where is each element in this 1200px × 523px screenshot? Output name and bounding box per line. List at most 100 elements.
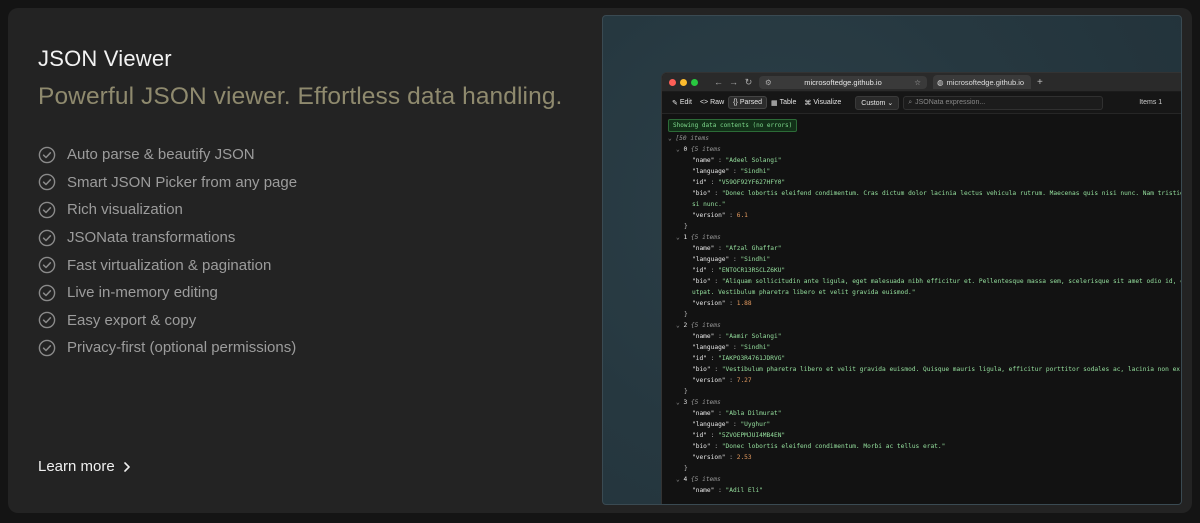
tree-field: "language" : "Sindhi" [662,166,1181,177]
key-bio: "bio" [692,366,711,373]
value-name: "Afzal Ghaffar" [725,245,782,252]
address-bar[interactable]: ⚙ microsoftedge.github.io ☆ [759,75,927,89]
maximize-window-icon[interactable] [691,78,698,86]
close-window-icon[interactable] [669,78,676,86]
feature-item: Rich visualization [38,196,598,224]
screenshot-preview: ← → ↻ ⚙ microsoftedge.github.io ☆ ◍ micr… [602,15,1182,505]
feature-item: Smart JSON Picker from any page [38,169,598,197]
tree-record: ⌄ 4 {5 items [662,474,1181,485]
value-version: 6.1 [736,212,748,219]
parsed-button[interactable]: {} Parsed [728,96,768,109]
browser-chrome: ← → ↻ ⚙ microsoftedge.github.io ☆ ◍ micr… [662,73,1181,92]
colon-separator: : [710,366,722,373]
key-bio: "bio" [692,190,711,197]
visualize-button[interactable]: ⌘ Visualize [800,97,845,109]
colon-separator: : [710,278,722,285]
tree-field: "version" : 7.27 [662,375,1181,386]
feature-label: Privacy-first (optional permissions) [67,339,297,357]
feature-card: JSON Viewer Powerful JSON viewer. Effort… [8,8,1192,513]
feature-label: Fast virtualization & pagination [67,256,272,274]
tree-record: ⌄ 0 {5 items [662,144,1181,155]
tree-field: "bio" : "Aliquam sollicitudin ante ligul… [662,276,1182,287]
check-circle-icon [38,229,56,247]
reload-icon[interactable]: ↻ [744,77,753,88]
status-badge: Showing data contents (no errors) [668,119,798,132]
key-name: "name" [692,333,715,340]
colon-separator: : [706,355,719,362]
value-bio: "Aliquam sollicitudin ante ligula, eget … [721,278,1182,285]
edit-button[interactable]: ✎ Edit [668,97,696,109]
colon-separator: : [729,344,741,351]
new-tab-plus-icon[interactable]: + [1037,77,1043,88]
page-title: JSON Viewer [38,46,172,71]
tab-title: microsoftedge.github.io [946,77,1025,87]
colon-separator: : [714,410,726,417]
table-label: Table [779,99,797,106]
raw-button[interactable]: <> Raw [696,97,728,108]
colon-separator: : [710,190,722,197]
key-name: "name" [692,410,715,417]
value-version: 1.88 [736,300,752,307]
tree-field: "language" : "Uyghur" [662,419,1181,430]
feature-list: Auto parse & beautify JSON Smart JSON Pic… [38,141,598,362]
colon-separator: : [714,487,726,494]
feature-label: Live in-memory editing [67,284,218,302]
record-count: {5 items [690,322,721,329]
key-language: "language" [692,344,730,351]
site-settings-icon[interactable]: ⚙ [765,78,772,87]
close-brace: } [684,388,688,395]
tree-field: "version" : 1.88 [662,298,1181,309]
root-array-label: [50 items [675,135,709,142]
minimize-window-icon[interactable] [680,78,687,86]
globe-icon: ◍ [937,77,944,87]
tree-field: "version" : 6.1 [662,210,1181,221]
browser-tab[interactable]: ◍ microsoftedge.github.io [933,75,1031,89]
table-grid-icon: ▦ [771,99,778,107]
colon-separator: : [706,179,719,186]
check-circle-icon [38,173,56,191]
value-id: "IAKPO3R4761JDRVG" [718,355,786,362]
value-id: "5ZVOEPMJUI4MB4EN" [718,432,786,439]
value-name: "Adeel Solangi" [725,157,782,164]
page-subtitle: Powerful JSON viewer. Effortless data ha… [38,83,563,110]
value-bio: "Donec lobortis eleifend condimentum. Mo… [721,443,946,450]
colon-separator: : [706,432,719,439]
visualize-label: Visualize [813,99,842,106]
key-id: "id" [692,432,707,439]
colon-separator: : [725,212,737,219]
key-version: "version" [692,300,726,307]
value-bio-continued: si nunc." [692,201,726,208]
bookmark-star-icon[interactable]: ☆ [914,78,921,87]
feature-label: Auto parse & beautify JSON [67,146,255,164]
value-name: "Aamir Solangi" [725,333,782,340]
key-id: "id" [692,267,707,274]
record-count: {5 items [690,146,721,153]
tree-field: "name" : "Adeel Solangi" [662,155,1181,166]
record-count: {5 items [690,476,721,483]
tree-field: "id" : "IAKPO3R4761JDRVG" [662,353,1181,364]
key-name: "name" [692,157,715,164]
json-tree: ⌄ [50 items ⌄ 0 {5 items "name" : "Adeel S… [662,133,1182,496]
key-language: "language" [692,168,730,175]
intro-panel: JSON Viewer Powerful JSON viewer. Effort… [38,46,598,362]
learn-more-link[interactable]: Learn more [38,458,131,475]
forward-arrow-icon[interactable]: → [729,77,738,87]
back-arrow-icon[interactable]: ← [714,77,723,87]
parsed-label: Parsed [739,99,763,106]
key-version: "version" [692,454,726,461]
value-name: "Adil Eli" [725,487,763,494]
custom-label: Custom [861,99,886,107]
tree-close: } [662,221,1181,232]
custom-select[interactable]: Custom ⌄ [855,95,900,110]
colon-separator: : [725,300,737,307]
jsonata-input[interactable]: ⌕ JSONata expression... [903,95,1104,110]
record-count: {5 items [690,399,721,406]
key-version: "version" [692,377,726,384]
value-language: "Sindhi" [740,344,771,351]
tree-field: "name" : "Afzal Ghaffar" [662,243,1181,254]
tree-field: "name" : "Adil Eli" [662,485,1181,496]
tree-record: ⌄ 2 {5 items [662,320,1181,331]
table-button[interactable]: ▦ Table [767,97,800,109]
tree-close: } [662,386,1181,397]
tree-field-wrap: utpat. Vestibulum pharetra libero et vel… [662,287,1181,298]
